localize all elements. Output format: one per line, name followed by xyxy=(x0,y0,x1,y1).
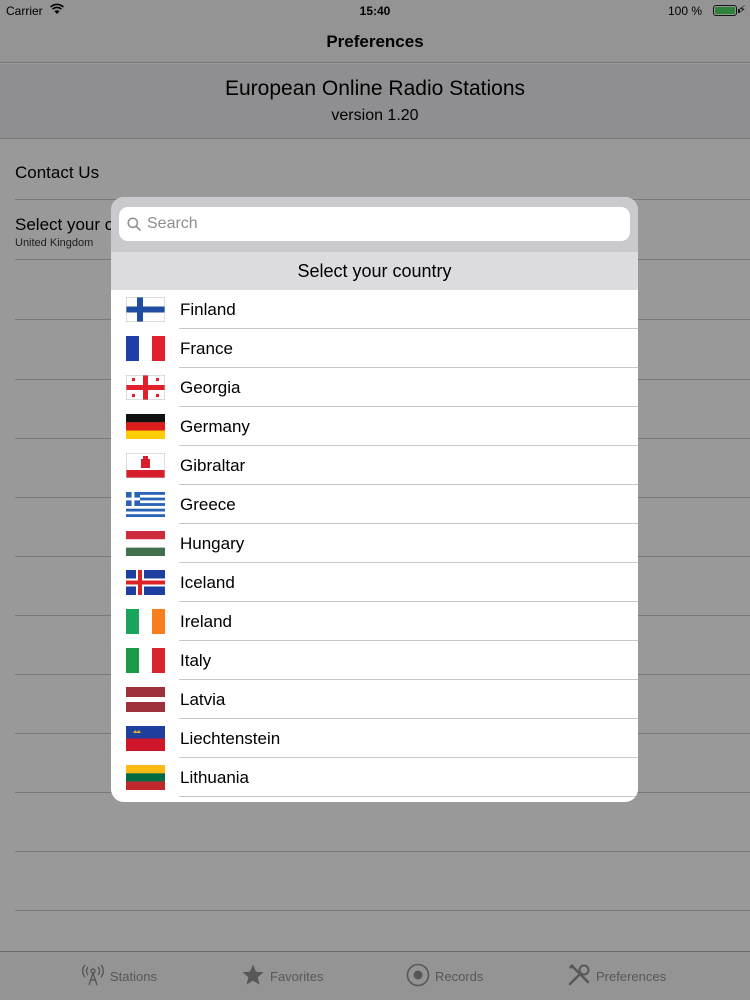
search-input[interactable] xyxy=(147,211,617,237)
section-header: Select your country xyxy=(111,252,638,290)
greece-flag-icon xyxy=(126,492,165,517)
list-item[interactable]: Italy xyxy=(111,641,638,680)
country-name: Liechtenstein xyxy=(180,729,281,748)
country-name: Ireland xyxy=(180,612,232,631)
country-name: Germany xyxy=(180,417,250,436)
list-item[interactable]: Hungary xyxy=(111,524,638,563)
list-item[interactable]: Ireland xyxy=(111,602,638,641)
country-name: Italy xyxy=(180,651,212,670)
country-picker-popover: Select your country Finland France Georg… xyxy=(111,197,638,802)
search-icon xyxy=(127,217,141,231)
germany-flag-icon xyxy=(126,414,165,439)
list-item[interactable]: Lithuania xyxy=(111,758,638,797)
search-field[interactable] xyxy=(119,207,630,241)
country-name: Iceland xyxy=(180,573,235,592)
list-item[interactable]: Liechtenstein xyxy=(111,719,638,758)
country-name: France xyxy=(180,339,233,358)
list-item[interactable]: Finland xyxy=(111,290,638,329)
list-item[interactable]: Gibraltar xyxy=(111,446,638,485)
france-flag-icon xyxy=(126,336,165,361)
country-name: Greece xyxy=(180,495,236,514)
country-name: Georgia xyxy=(180,378,241,397)
georgia-flag-icon xyxy=(126,375,165,400)
lithuania-flag-icon xyxy=(126,765,165,790)
iceland-flag-icon xyxy=(126,570,165,595)
liechtenstein-flag-icon xyxy=(126,726,165,751)
country-name: Latvia xyxy=(180,690,226,709)
ireland-flag-icon xyxy=(126,609,165,634)
country-name: Gibraltar xyxy=(180,456,246,475)
list-item[interactable]: Greece xyxy=(111,485,638,524)
country-name: Hungary xyxy=(180,534,245,553)
gibraltar-flag-icon xyxy=(126,453,165,478)
list-item[interactable]: Latvia xyxy=(111,680,638,719)
country-list: Finland France Georgia Germany Gibraltar… xyxy=(111,290,638,802)
hungary-flag-icon xyxy=(126,531,165,556)
latvia-flag-icon xyxy=(126,687,165,712)
search-bar xyxy=(111,197,638,252)
list-item[interactable]: Georgia xyxy=(111,368,638,407)
list-item[interactable]: France xyxy=(111,329,638,368)
list-item[interactable]: Iceland xyxy=(111,563,638,602)
list-item[interactable]: Germany xyxy=(111,407,638,446)
country-name: Lithuania xyxy=(180,768,250,787)
country-name: Finland xyxy=(180,300,236,319)
finland-flag-icon xyxy=(126,297,165,322)
italy-flag-icon xyxy=(126,648,165,673)
